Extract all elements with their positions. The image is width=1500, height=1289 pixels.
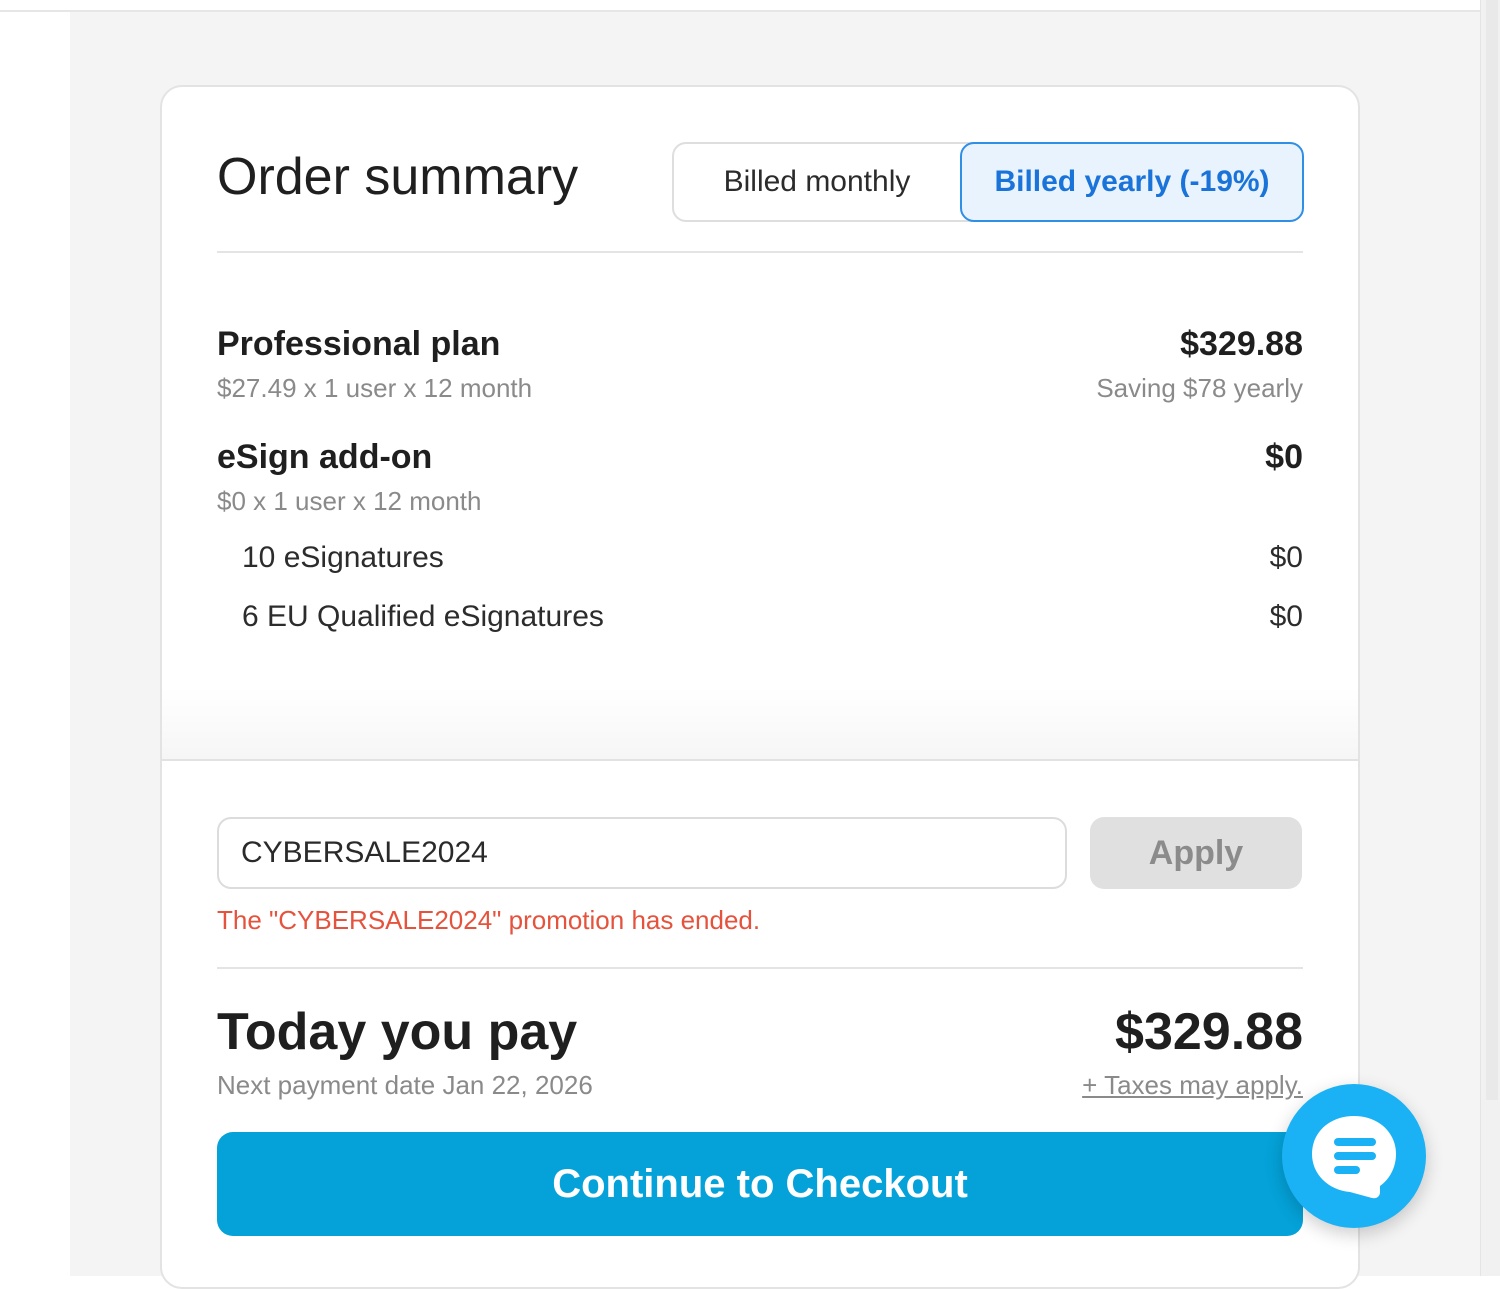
plan-detail: $27.49 x 1 user x 12 month — [217, 373, 533, 403]
addon-sub-item-price: $0 — [1269, 600, 1303, 633]
addon-sub-item: 6 EU Qualified eSignatures — [242, 600, 604, 633]
addon-price: $0 — [1265, 438, 1303, 476]
total-amount: $329.88 — [1115, 1003, 1303, 1061]
addon-sub-item-price: $0 — [1269, 541, 1303, 574]
addon-name: eSign add-on — [217, 438, 433, 476]
today-you-pay-label: Today you pay — [217, 1003, 578, 1061]
divider — [217, 967, 1303, 969]
taxes-link[interactable]: + Taxes may apply. — [1082, 1070, 1303, 1101]
continue-to-checkout-button[interactable]: Continue to Checkout — [217, 1132, 1303, 1236]
card-separator — [162, 759, 1358, 761]
plan-price: $329.88 — [1180, 325, 1303, 363]
addon-detail: $0 x 1 user x 12 month — [217, 486, 482, 516]
billed-monthly-option[interactable]: Billed monthly — [674, 142, 960, 222]
plan-name: Professional plan — [217, 325, 501, 363]
plan-saving-note: Saving $78 yearly — [1096, 373, 1303, 403]
chat-button[interactable] — [1282, 1084, 1426, 1228]
order-summary-card: Order summary Billed monthly Billed year… — [160, 85, 1360, 1289]
apply-promo-button[interactable]: Apply — [1090, 817, 1302, 889]
billed-yearly-option[interactable]: Billed yearly (-19%) — [960, 142, 1304, 222]
promo-code-input[interactable] — [217, 817, 1067, 889]
scrollbar-thumb[interactable] — [1486, 0, 1498, 1100]
divider — [217, 251, 1303, 253]
billing-period-toggle: Billed monthly Billed yearly (-19%) — [672, 142, 1304, 222]
addon-sub-item: 10 eSignatures — [242, 541, 444, 574]
promo-error-message: The "CYBERSALE2024" promotion has ended. — [217, 905, 761, 935]
next-payment-date: Next payment date Jan 22, 2026 — [217, 1070, 593, 1100]
chat-bubble-icon — [1312, 1116, 1396, 1199]
card-fade — [162, 687, 1358, 759]
order-summary-title: Order summary — [217, 148, 579, 206]
